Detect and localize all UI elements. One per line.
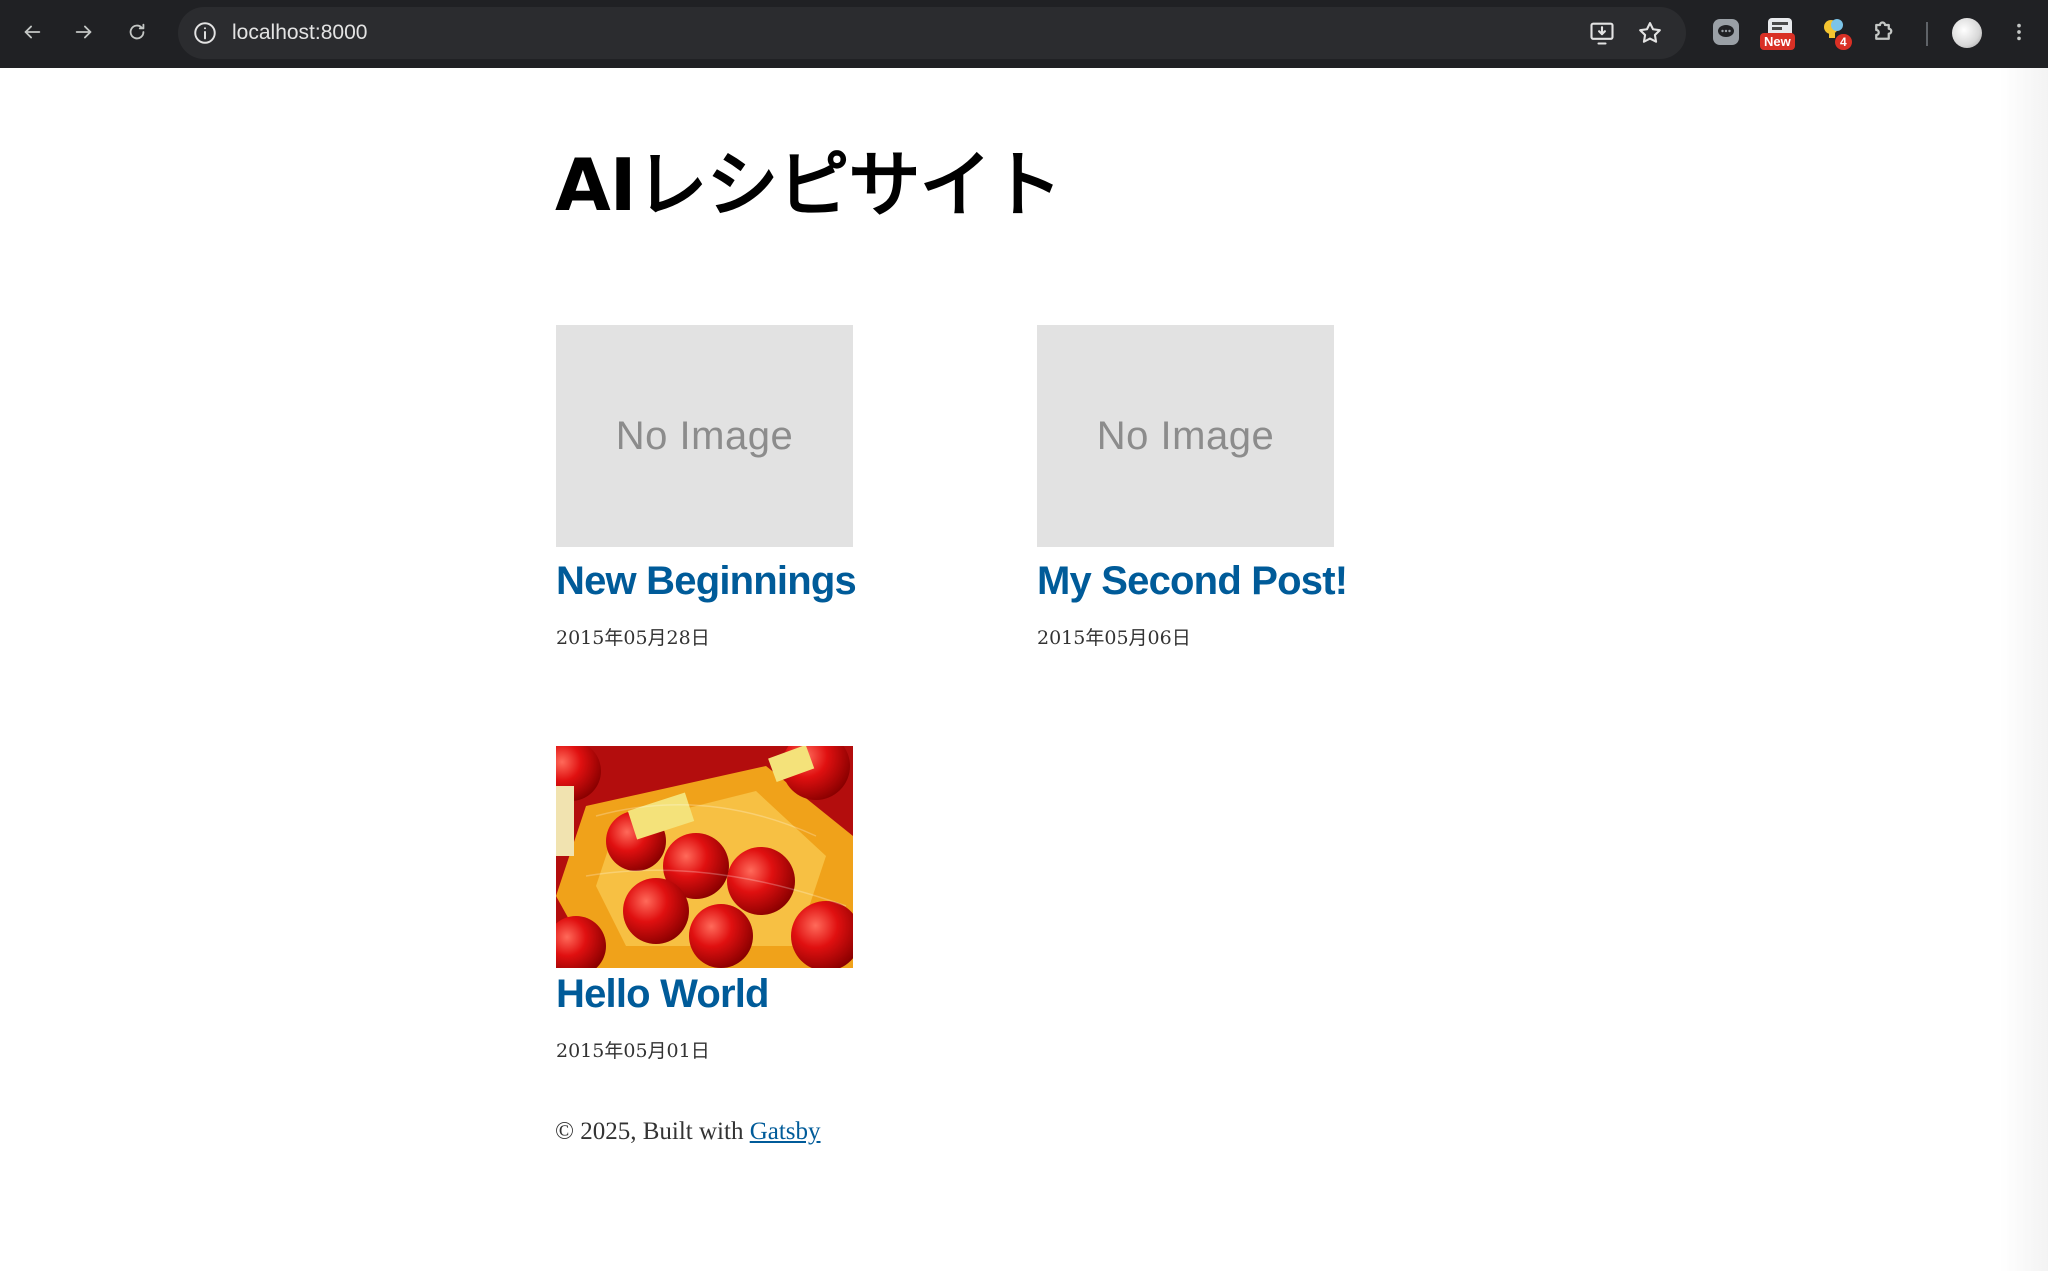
scroll-shadow <box>2000 68 2048 1271</box>
post-title-link[interactable]: Hello World <box>556 972 769 1016</box>
back-arrow-icon <box>24 25 41 39</box>
post-thumbnail-placeholder[interactable]: No Image <box>556 325 853 547</box>
address-bar[interactable]: localhost:8000 <box>178 7 1686 59</box>
browser-toolbar: localhost:8000 New 4 <box>0 0 2048 68</box>
site-info-icon[interactable] <box>192 20 218 46</box>
kebab-menu-icon <box>2017 23 2021 41</box>
post-title-link[interactable]: New Beginnings <box>556 559 857 603</box>
browser-menu-button[interactable] <box>2004 14 2034 50</box>
extensions-menu-button[interactable] <box>1870 15 1904 49</box>
new-badge: New <box>1760 33 1795 50</box>
profile-avatar[interactable] <box>1952 18 1982 48</box>
chat-extension-button[interactable] <box>1709 15 1743 49</box>
count-badge: 4 <box>1835 34 1852 50</box>
post-thumbnail-tomatoes[interactable] <box>556 746 853 968</box>
post-title-link[interactable]: My Second Post! <box>1037 559 1348 603</box>
post-title: New Beginnings <box>556 555 857 607</box>
reload-icon <box>129 23 145 40</box>
post-title: My Second Post! <box>1037 555 1348 607</box>
no-image-text: No Image <box>615 413 794 458</box>
post-date: 2015年05月06日 <box>1037 627 1191 649</box>
chat-icon <box>1713 19 1739 45</box>
new-extension-button[interactable]: New <box>1760 15 1797 50</box>
footer-text: © 2025, Built with <box>555 1118 750 1145</box>
site-title[interactable]: AIレシピサイト <box>555 126 1063 231</box>
post-date: 2015年05月28日 <box>556 627 710 649</box>
post-card: Hello World 2015年05月01日 <box>556 746 856 1063</box>
post-card: No Image New Beginnings 2015年05月28日 <box>556 325 857 650</box>
back-button[interactable] <box>14 14 50 50</box>
install-app-icon[interactable] <box>1588 19 1616 47</box>
site-footer: © 2025, Built with Gatsby <box>555 1118 821 1146</box>
forward-button[interactable] <box>66 14 102 50</box>
bookmark-star-icon[interactable] <box>1636 19 1664 47</box>
forward-arrow-icon <box>75 25 92 39</box>
post-title: Hello World <box>556 968 856 1020</box>
no-image-text: No Image <box>1096 413 1275 458</box>
bulb-extension-button[interactable]: 4 <box>1818 15 1852 50</box>
post-date: 2015年05月01日 <box>556 1040 710 1062</box>
url-text[interactable]: localhost:8000 <box>232 7 367 59</box>
gatsby-link[interactable]: Gatsby <box>750 1118 821 1145</box>
post-thumbnail-placeholder[interactable]: No Image <box>1037 325 1334 547</box>
puzzle-icon <box>1875 21 1893 40</box>
toolbar-divider <box>1926 22 1928 46</box>
reload-button[interactable] <box>119 14 155 50</box>
page-content: AIレシピサイト No Image New Beginnings 2015年05… <box>0 68 2048 1271</box>
post-card: No Image My Second Post! 2015年05月06日 <box>1037 325 1348 650</box>
